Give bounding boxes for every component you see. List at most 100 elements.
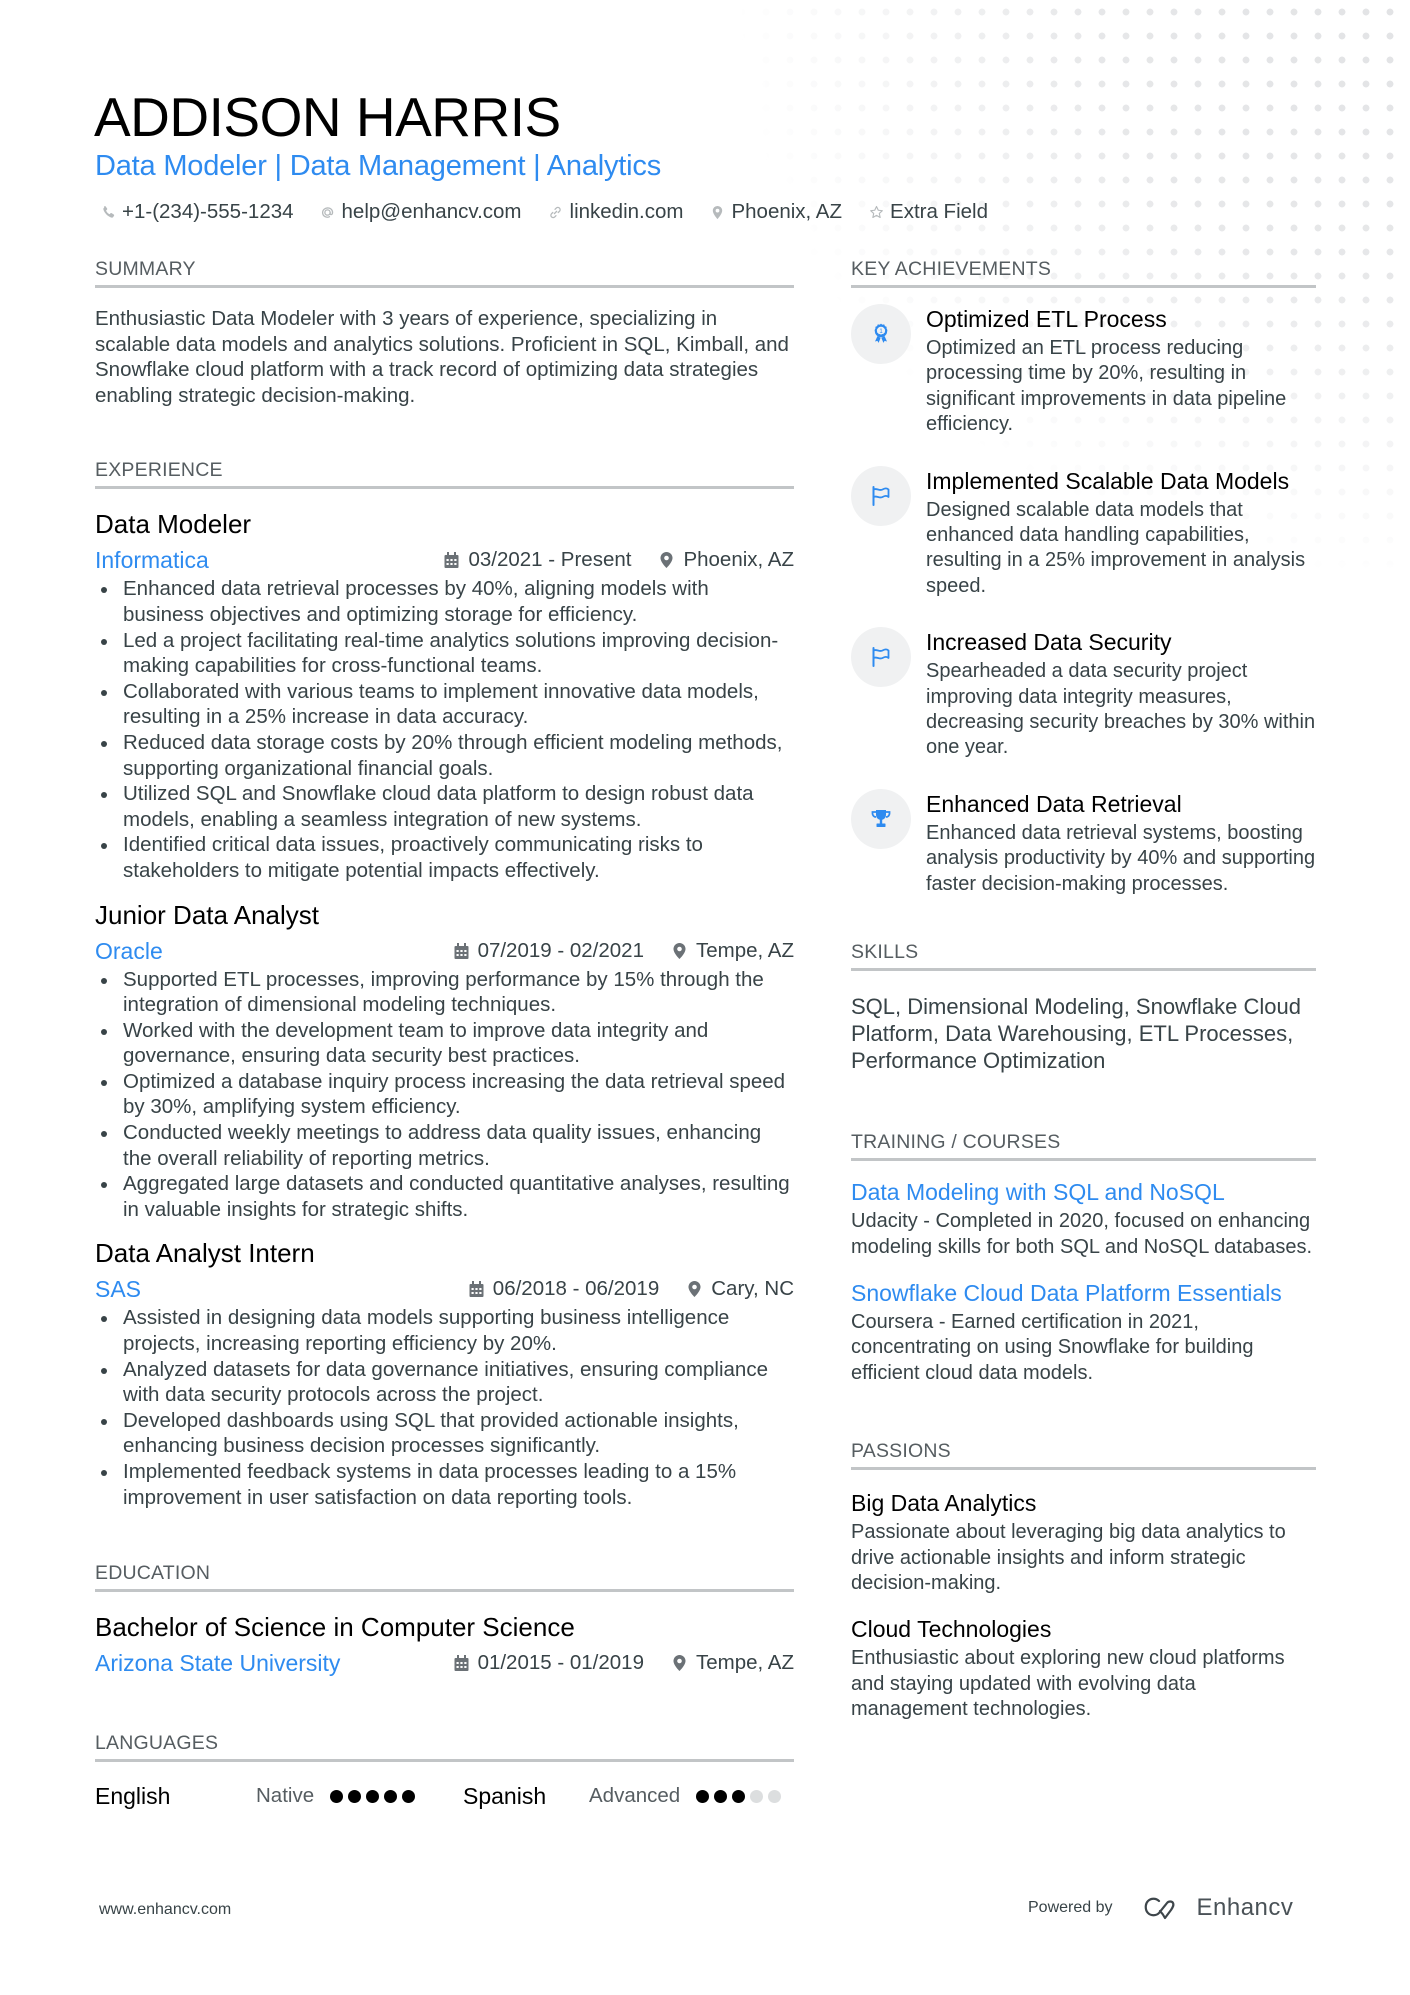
calendar-icon [454,1655,469,1672]
passions-heading: PASSIONS [851,1438,1316,1471]
link-icon [548,203,564,221]
contact-linkedin-text: linkedin.com [569,200,684,223]
calendar-icon [469,1281,484,1298]
bullet-item: Enhanced data retrieval processes by 40%… [95,576,794,627]
contact-extra-field-text: Extra Field [890,200,988,223]
bullet-item: Aggregated large datasets and conducted … [95,1171,794,1222]
company-name: Oracle [95,937,163,964]
flag-icon [851,627,911,688]
company-name: SAS [95,1276,142,1303]
course-item: Snowflake Cloud Data Platform Essentials… [851,1278,1316,1386]
passion-title: Cloud Technologies [851,1616,1052,1643]
job-title: Data Modeler [95,509,252,540]
language-rating [696,1789,782,1803]
language-name: English [95,1783,171,1810]
bullet-item: Assisted in designing data models suppor… [95,1305,794,1356]
contact-linkedin[interactable]: linkedin.com [548,197,684,227]
job-location: Phoenix, AZ [683,548,794,572]
languages-heading: LANGUAGES [95,1730,794,1763]
bullet-item: Developed dashboards using SQL that prov… [95,1408,794,1459]
job-title: Data Analyst Intern [95,1238,315,1269]
course-title[interactable]: Snowflake Cloud Data Platform Essentials [851,1278,1316,1308]
resume-page: ADDISON HARRIS Data Modeler | Data Manag… [0,0,1410,1995]
achievement-title: Increased Data Security [926,629,1172,656]
left-column: SUMMARY Enthusiastic Data Modeler with 3… [95,256,794,1812]
passion-item: Big Data Analytics Passionate about leve… [851,1488,1316,1596]
achievement-title: Enhanced Data Retrieval [926,790,1182,817]
contact-phone[interactable]: +1-(234)-555-1234 [100,197,294,227]
bullet-item: Supported ETL processes, improving perfo… [95,967,794,1018]
star-icon [868,203,884,221]
education-section: EDUCATION Bachelor of Science in Compute… [95,1560,794,1678]
bullet-item: Utilized SQL and Snowflake cloud data pl… [95,781,794,832]
enhancv-logo[interactable]: Enhancv [1139,1894,1294,1922]
passion-description: Passionate about leveraging big data ana… [851,1521,1286,1594]
job-location: Tempe, AZ [696,938,794,962]
achievement-description: Spearheaded a data security project impr… [926,660,1316,759]
rating-dot-filled [696,1789,710,1803]
education-entry: Bachelor of Science in Computer Science … [95,1610,794,1678]
footer-branding: Powered by Enhancv [1028,1894,1293,1922]
bullet-item: Worked with the development team to impr… [95,1018,794,1069]
bullet-item: Identified critical data issues, proacti… [95,832,794,883]
degree-title: Bachelor of Science in Computer Science [95,1612,575,1643]
calendar-icon [454,942,469,959]
rating-dot-filled [402,1789,416,1803]
passion-item: Cloud Technologies Enthusiastic about ex… [851,1614,1316,1722]
skills-text: SQL, Dimensional Modeling, Snowflake Clo… [851,994,1302,1074]
candidate-headline: Data Modeler | Data Management | Analyti… [95,150,662,182]
rating-dot-filled [366,1789,380,1803]
bullet-item: Reduced data storage costs by 20% throug… [95,730,794,781]
job-title: Junior Data Analyst [95,899,320,930]
job-bullets: Supported ETL processes, improving perfo… [95,967,794,1223]
right-column: KEY ACHIEVEMENTS 1 Optimized ETL Process… [851,256,1316,1723]
location-icon [673,1655,686,1672]
location-icon [688,1281,701,1298]
rating-dot-filled [330,1789,344,1803]
job-dates: 03/2021 - Present [468,548,632,572]
location-icon [673,942,686,959]
training-heading: TRAINING / COURSES [851,1129,1316,1162]
bullet-item: Led a project facilitating real-time ana… [95,628,794,679]
award-ribbon-icon: 1 [851,304,911,364]
contact-extra-field: Extra Field [868,197,988,227]
passions-section: PASSIONS Big Data Analytics Passionate a… [851,1438,1316,1722]
skills-section: SKILLS SQL, Dimensional Modeling, Snowfl… [851,939,1316,1074]
experience-heading: EXPERIENCE [95,457,794,490]
footer-website-link[interactable]: www.enhancv.com [99,1901,231,1919]
calendar-icon [444,552,459,569]
job-entry: Data Analyst Intern SAS 06/2018 - 06/201… [95,1236,794,1510]
bullet-item: Optimized a database inquiry process inc… [95,1069,794,1120]
contact-email[interactable]: help@enhancv.com [320,197,522,227]
rating-dot-filled [714,1789,728,1803]
languages-section: LANGUAGES English Native Spanish Advance… [95,1730,794,1812]
languages-list: English Native Spanish Advanced [95,1780,794,1812]
course-description: Coursera - Earned certification in 2021,… [851,1310,1254,1384]
language-level: Advanced [589,1784,681,1808]
achievements-heading: KEY ACHIEVEMENTS [851,256,1316,288]
enhancv-logo-icon [1144,1897,1174,1920]
enhancv-brand-name: Enhancv [1196,1894,1294,1921]
education-dates: 01/2015 - 01/2019 [477,1651,644,1675]
summary-heading: SUMMARY [95,256,794,288]
course-description: Udacity - Completed in 2020, focused on … [851,1210,1312,1258]
bullet-item: Implemented feedback systems in data pro… [95,1459,794,1510]
powered-by-label: Powered by [1028,1899,1113,1916]
language-level: Native [256,1784,315,1808]
achievement-item: Increased Data Security Spearheaded a da… [851,627,1316,761]
course-title[interactable]: Data Modeling with SQL and NoSQL [851,1177,1316,1207]
rating-dot-empty [750,1789,764,1803]
job-dates: 07/2019 - 02/2021 [477,938,644,962]
passion-description: Enthusiastic about exploring new cloud p… [851,1647,1285,1721]
skills-heading: SKILLS [851,939,1316,972]
language-item: Spanish Advanced [463,1780,782,1812]
flag-icon [851,465,911,526]
achievement-description: Enhanced data retrieval systems, boostin… [926,821,1316,895]
experience-section: EXPERIENCE Data Modeler Informatica 03/2… [95,457,794,1510]
location-icon [660,552,673,569]
achievements-section: KEY ACHIEVEMENTS 1 Optimized ETL Process… [851,256,1316,897]
training-section: TRAINING / COURSES Data Modeling with SQ… [851,1129,1316,1386]
job-bullets: Assisted in designing data models suppor… [95,1305,794,1510]
location-icon [709,203,725,221]
job-entry: Data Modeler Informatica 03/2021 - Prese… [95,507,794,883]
